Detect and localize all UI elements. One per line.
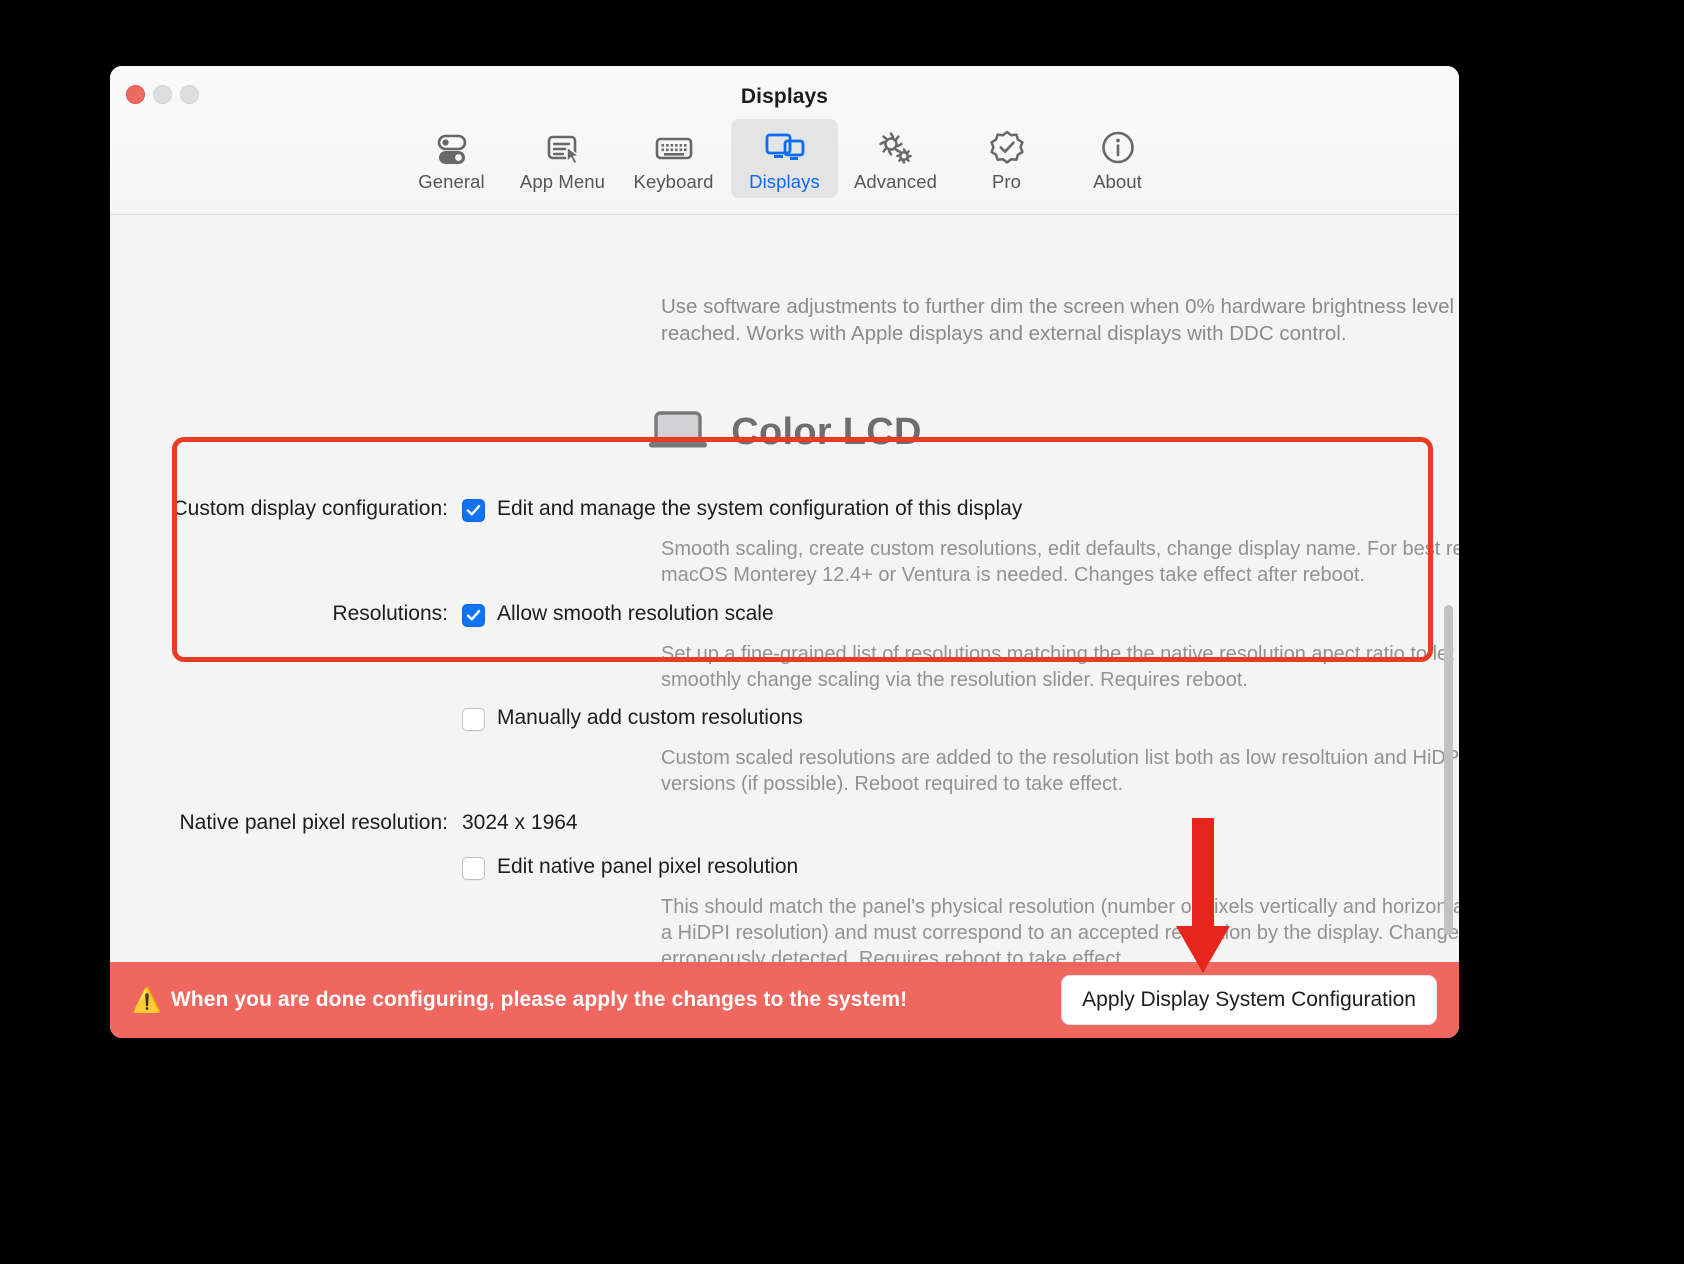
keyboard-icon [653,126,695,170]
displays-preferences-window: Displays General App Menu Keyboard Displ… [110,66,1459,1038]
gears-icon [875,126,917,170]
manual-resolutions-row: Manually add custom resolutions [110,706,803,731]
custom-display-configuration-checkbox[interactable] [462,499,485,522]
window-title: Displays [740,85,829,108]
tab-advanced[interactable]: Advanced [842,119,949,198]
manually-add-custom-resolutions-label: Manually add custom resolutions [497,706,803,729]
screenshot-root: Displays General App Menu Keyboard Displ… [0,0,1684,1264]
allow-smooth-resolution-scale-checkbox[interactable] [462,604,485,627]
menu-cursor-icon [543,126,583,170]
tab-keyboard[interactable]: Keyboard [620,119,727,198]
display-header: Color LCD [110,408,1459,457]
badge-check-icon [987,126,1027,170]
warning-icon: ⚠️ [132,986,162,1014]
tab-app-menu-label: App Menu [519,171,606,192]
settings-scroll-area[interactable]: Use software adjustments to further dim … [110,215,1459,1038]
displays-settings-content: Use software adjustments to further dim … [110,215,1459,1038]
native-panel-resolution-hint: This should match the panel's physical r… [661,896,1459,970]
edit-native-panel-pixel-resolution-label: Edit native panel pixel resolution [497,855,799,878]
apply-changes-message: When you are done configuring, please ap… [170,988,908,1011]
apply-display-system-configuration-button[interactable]: Apply Display System Configuration [1061,975,1437,1025]
laptop-icon [647,408,709,457]
tab-pro-label: Pro [991,171,1022,192]
tab-pro[interactable]: Pro [953,119,1060,198]
info-circle-icon [1098,126,1138,170]
tab-app-menu[interactable]: App Menu [509,119,616,198]
resolutions-hint: Set up a fine-grained list of resolution… [661,643,1459,691]
tab-advanced-label: Advanced [853,171,938,192]
window-titlebar: Displays General App Menu Keyboard Displ… [110,66,1459,215]
custom-display-configuration-row: Custom display configuration: Edit and m… [110,497,1022,522]
edit-native-panel-pixel-resolution-checkbox[interactable] [462,857,485,880]
displays-icon [763,126,807,170]
toggles-icon [432,126,472,170]
tab-about-label: About [1093,171,1142,192]
tab-displays-label: Displays [749,171,820,192]
allow-smooth-resolution-scale-label: Allow smooth resolution scale [497,602,774,625]
preferences-toolbar: General App Menu Keyboard Displays Advan… [110,119,1459,198]
manually-add-custom-resolutions-checkbox[interactable] [462,708,485,731]
edit-native-panel-resolution-row: Edit native panel pixel resolution [110,855,798,880]
tab-displays[interactable]: Displays [731,119,838,198]
tab-about[interactable]: About [1064,119,1171,198]
manual-resolutions-hint: Custom scaled resolutions are added to t… [661,747,1459,795]
resolutions-label: Resolutions: [332,602,448,625]
custom-display-configuration-label: Custom display configuration: [172,497,448,520]
custom-display-configuration-hint: Smooth scaling, create custom resolution… [661,538,1459,586]
tab-general[interactable]: General [398,119,505,198]
display-name: Color LCD [731,411,922,453]
custom-display-configuration-checkbox-label: Edit and manage the system configuration… [497,497,1023,520]
vertical-scrollbar[interactable] [1444,605,1453,935]
apply-changes-banner: ⚠️ When you are done configuring, please… [110,962,1459,1038]
native-panel-resolution-row: Native panel pixel resolution: 3024 x 19… [110,811,578,835]
resolutions-row: Resolutions: Allow smooth resolution sca… [110,602,774,627]
native-panel-resolution-label: Native panel pixel resolution: [179,811,449,834]
tab-keyboard-label: Keyboard [633,171,714,192]
software-dimming-description: Use software adjustments to further dim … [661,295,1459,345]
native-panel-resolution-value: 3024 x 1964 [462,811,578,834]
tab-general-label: General [418,171,485,192]
